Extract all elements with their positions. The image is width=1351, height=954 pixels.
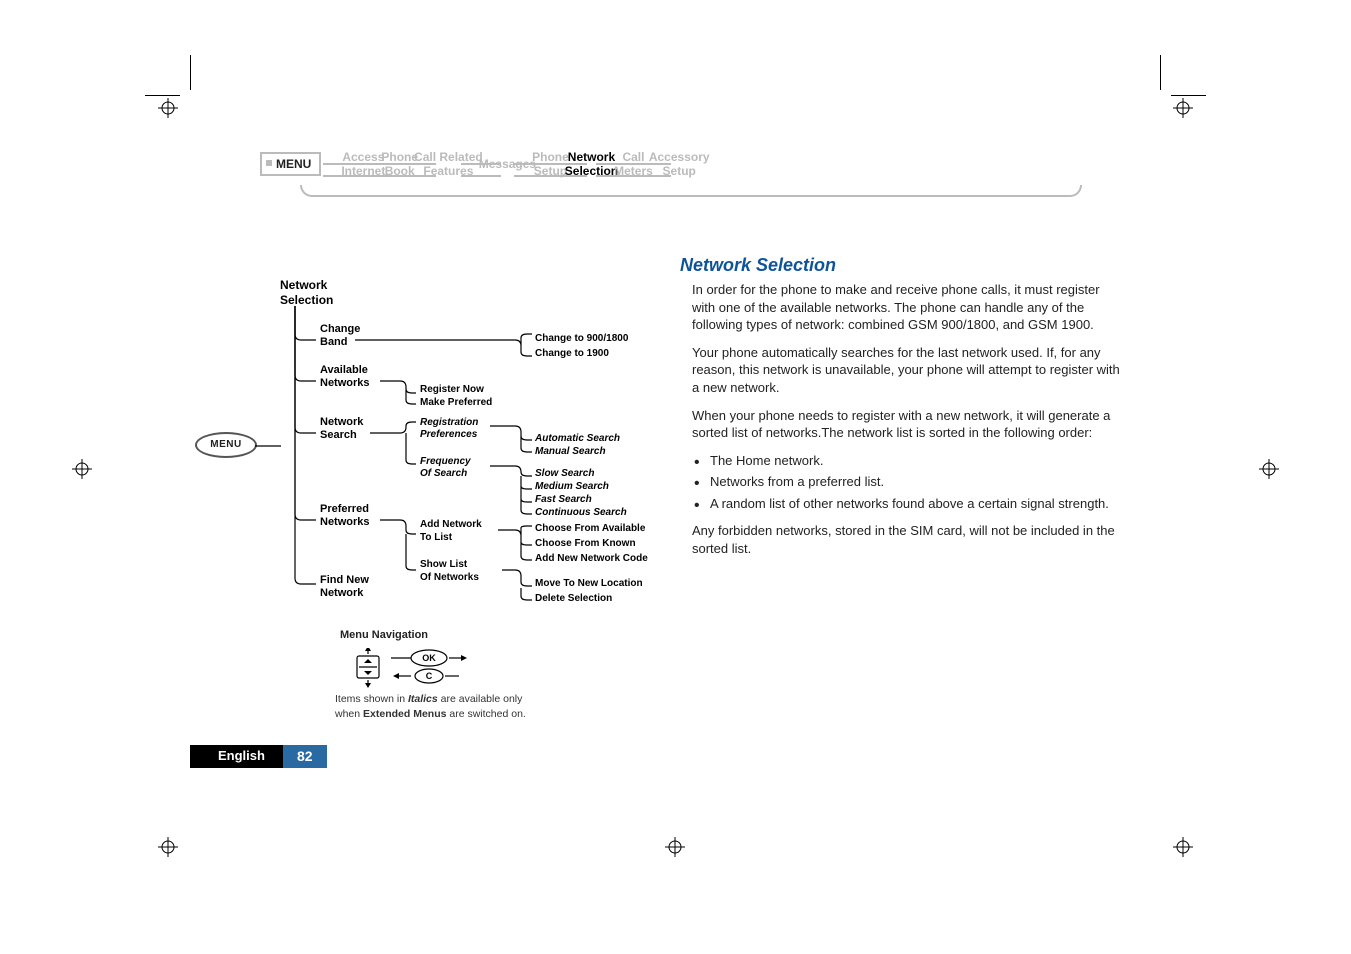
page-footer: English 82 xyxy=(190,745,327,768)
connector-icon xyxy=(323,163,363,177)
breadcrumb-tail-icon xyxy=(300,185,1082,197)
menu-navigation-note: Items shown in Italics are available onl… xyxy=(335,692,526,721)
tree-connectors-icon xyxy=(280,278,670,618)
manual-page: MENU AccessInternet PhoneBook Call Relat… xyxy=(0,0,1351,954)
body-text-column: Network Selection In order for the phone… xyxy=(680,253,1120,567)
registration-mark-icon xyxy=(158,98,178,118)
tree-connect-menu-icon xyxy=(255,440,285,452)
crop-mark xyxy=(190,55,191,90)
body-list: The Home network. Networks from a prefer… xyxy=(680,452,1120,513)
body-paragraph: Any forbidden networks, stored in the SI… xyxy=(680,522,1120,557)
key-hint-icon: OK C xyxy=(355,648,505,688)
registration-mark-icon xyxy=(665,837,685,857)
menu-breadcrumb: MENU AccessInternet PhoneBook Call Relat… xyxy=(260,150,686,179)
body-list-item: Networks from a preferred list. xyxy=(710,473,1120,491)
body-paragraph: In order for the phone to make and recei… xyxy=(680,281,1120,334)
menu-navigation-label: Menu Navigation xyxy=(340,629,428,641)
ok-key-label: OK xyxy=(422,653,436,663)
footer-language: English xyxy=(190,745,283,768)
registration-mark-icon xyxy=(1259,459,1279,479)
registration-mark-icon xyxy=(158,837,178,857)
connector-icon xyxy=(396,163,436,177)
connector-icon xyxy=(631,163,671,177)
menu-button: MENU xyxy=(260,152,321,176)
crop-mark xyxy=(1171,95,1206,96)
menu-key-icon: MENU xyxy=(195,432,257,458)
body-paragraph: Your phone automatically searches for th… xyxy=(680,344,1120,397)
registration-mark-icon xyxy=(1173,98,1193,118)
connector-icon xyxy=(461,163,501,177)
connector-icon xyxy=(547,163,587,177)
body-list-item: The Home network. xyxy=(710,452,1120,470)
crop-mark xyxy=(1160,55,1161,90)
body-list-item: A random list of other networks found ab… xyxy=(710,495,1120,513)
c-key-label: C xyxy=(426,671,433,681)
footer-page-number: 82 xyxy=(283,745,327,768)
registration-mark-icon xyxy=(1173,837,1193,857)
crop-mark xyxy=(145,95,180,96)
section-heading: Network Selection xyxy=(680,253,1120,277)
body-paragraph: When your phone needs to register with a… xyxy=(680,407,1120,442)
registration-mark-icon xyxy=(72,459,92,479)
